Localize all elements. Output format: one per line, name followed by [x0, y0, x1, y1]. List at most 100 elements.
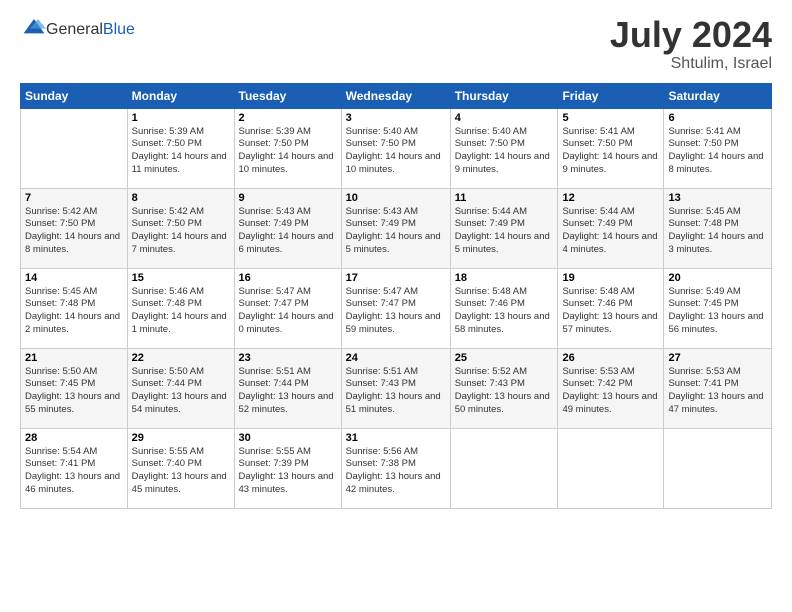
- col-monday: Monday: [127, 83, 234, 108]
- table-row: 30 Sunrise: 5:55 AMSunset: 7:39 PMDayligh…: [234, 428, 341, 508]
- day-number: 24: [346, 352, 446, 364]
- col-saturday: Saturday: [664, 83, 772, 108]
- day-number: 9: [239, 192, 337, 204]
- day-number: 13: [668, 192, 767, 204]
- day-info: Sunrise: 5:48 AMSunset: 7:46 PMDaylight:…: [455, 286, 554, 337]
- day-number: 26: [562, 352, 659, 364]
- table-row: 13 Sunrise: 5:45 AMSunset: 7:48 PMDayligh…: [664, 188, 772, 268]
- table-row: 18 Sunrise: 5:48 AMSunset: 7:46 PMDayligh…: [450, 268, 558, 348]
- day-info: Sunrise: 5:42 AMSunset: 7:50 PMDaylight:…: [25, 206, 123, 257]
- day-info: Sunrise: 5:41 AMSunset: 7:50 PMDaylight:…: [668, 126, 767, 177]
- table-row: 22 Sunrise: 5:50 AMSunset: 7:44 PMDayligh…: [127, 348, 234, 428]
- col-friday: Friday: [558, 83, 664, 108]
- logo-icon: [22, 15, 46, 39]
- day-number: 17: [346, 272, 446, 284]
- day-info: Sunrise: 5:41 AMSunset: 7:50 PMDaylight:…: [562, 126, 659, 177]
- day-number: 28: [25, 432, 123, 444]
- title-block: July 2024 Shtulim, Israel: [610, 15, 772, 73]
- day-number: 18: [455, 272, 554, 284]
- table-row: 6Sunrise: 5:41 AMSunset: 7:50 PMDaylight…: [664, 108, 772, 188]
- day-number: 31: [346, 432, 446, 444]
- table-row: 25 Sunrise: 5:52 AMSunset: 7:43 PMDayligh…: [450, 348, 558, 428]
- day-info: Sunrise: 5:48 AMSunset: 7:46 PMDaylight:…: [562, 286, 659, 337]
- day-info: Sunrise: 5:45 AMSunset: 7:48 PMDaylight:…: [668, 206, 767, 257]
- day-number: 2: [239, 112, 337, 124]
- day-info: Sunrise: 5:43 AMSunset: 7:49 PMDaylight:…: [239, 206, 337, 257]
- table-row: 28 Sunrise: 5:54 AMSunset: 7:41 PMDayligh…: [21, 428, 128, 508]
- day-number: 19: [562, 272, 659, 284]
- calendar-page: GeneralBlue July 2024 Shtulim, Israel Su…: [0, 0, 792, 612]
- day-info: Sunrise: 5:51 AMSunset: 7:44 PMDaylight:…: [239, 366, 337, 417]
- header: GeneralBlue July 2024 Shtulim, Israel: [20, 15, 772, 73]
- table-row: 21 Sunrise: 5:50 AMSunset: 7:45 PMDayligh…: [21, 348, 128, 428]
- day-number: 10: [346, 192, 446, 204]
- day-info: Sunrise: 5:45 AMSunset: 7:48 PMDaylight:…: [25, 286, 123, 337]
- day-info: Sunrise: 5:55 AMSunset: 7:40 PMDaylight:…: [132, 446, 230, 497]
- table-row: 15Sunrise: 5:46 AMSunset: 7:48 PMDayligh…: [127, 268, 234, 348]
- day-info: Sunrise: 5:56 AMSunset: 7:38 PMDaylight:…: [346, 446, 446, 497]
- table-row: 19 Sunrise: 5:48 AMSunset: 7:46 PMDayligh…: [558, 268, 664, 348]
- day-number: 30: [239, 432, 337, 444]
- header-row: Sunday Monday Tuesday Wednesday Thursday…: [21, 83, 772, 108]
- day-number: 16: [239, 272, 337, 284]
- day-info: Sunrise: 5:47 AMSunset: 7:47 PMDaylight:…: [346, 286, 446, 337]
- table-row: 3Sunrise: 5:40 AMSunset: 7:50 PMDaylight…: [341, 108, 450, 188]
- day-info: Sunrise: 5:40 AMSunset: 7:50 PMDaylight:…: [346, 126, 446, 177]
- day-number: 29: [132, 432, 230, 444]
- day-info: Sunrise: 5:53 AMSunset: 7:41 PMDaylight:…: [668, 366, 767, 417]
- day-info: Sunrise: 5:49 AMSunset: 7:45 PMDaylight:…: [668, 286, 767, 337]
- table-row: 5 Sunrise: 5:41 AMSunset: 7:50 PMDaylight…: [558, 108, 664, 188]
- day-number: 15: [132, 272, 230, 284]
- location-subtitle: Shtulim, Israel: [610, 55, 772, 73]
- table-row: 17 Sunrise: 5:47 AMSunset: 7:47 PMDayligh…: [341, 268, 450, 348]
- table-row: 20 Sunrise: 5:49 AMSunset: 7:45 PMDayligh…: [664, 268, 772, 348]
- table-row: 29 Sunrise: 5:55 AMSunset: 7:40 PMDayligh…: [127, 428, 234, 508]
- table-row: 11 Sunrise: 5:44 AMSunset: 7:49 PMDayligh…: [450, 188, 558, 268]
- table-row: 7 Sunrise: 5:42 AMSunset: 7:50 PMDaylight…: [21, 188, 128, 268]
- day-number: 27: [668, 352, 767, 364]
- day-info: Sunrise: 5:54 AMSunset: 7:41 PMDaylight:…: [25, 446, 123, 497]
- day-info: Sunrise: 5:50 AMSunset: 7:44 PMDaylight:…: [132, 366, 230, 417]
- day-number: 1: [132, 112, 230, 124]
- day-info: Sunrise: 5:43 AMSunset: 7:49 PMDaylight:…: [346, 206, 446, 257]
- day-number: 22: [132, 352, 230, 364]
- table-row: 10 Sunrise: 5:43 AMSunset: 7:49 PMDayligh…: [341, 188, 450, 268]
- table-row: [450, 428, 558, 508]
- table-row: 27 Sunrise: 5:53 AMSunset: 7:41 PMDayligh…: [664, 348, 772, 428]
- day-info: Sunrise: 5:52 AMSunset: 7:43 PMDaylight:…: [455, 366, 554, 417]
- table-row: 26 Sunrise: 5:53 AMSunset: 7:42 PMDayligh…: [558, 348, 664, 428]
- table-row: [21, 108, 128, 188]
- day-info: Sunrise: 5:44 AMSunset: 7:49 PMDaylight:…: [455, 206, 554, 257]
- day-number: 25: [455, 352, 554, 364]
- day-number: 4: [455, 112, 554, 124]
- table-row: 1Sunrise: 5:39 AMSunset: 7:50 PMDaylight…: [127, 108, 234, 188]
- day-info: Sunrise: 5:42 AMSunset: 7:50 PMDaylight:…: [132, 206, 230, 257]
- day-number: 14: [25, 272, 123, 284]
- day-info: Sunrise: 5:55 AMSunset: 7:39 PMDaylight:…: [239, 446, 337, 497]
- day-number: 8: [132, 192, 230, 204]
- col-thursday: Thursday: [450, 83, 558, 108]
- table-row: 23 Sunrise: 5:51 AMSunset: 7:44 PMDayligh…: [234, 348, 341, 428]
- day-number: 20: [668, 272, 767, 284]
- table-row: 2Sunrise: 5:39 AMSunset: 7:50 PMDaylight…: [234, 108, 341, 188]
- calendar-week-row: 21 Sunrise: 5:50 AMSunset: 7:45 PMDayligh…: [21, 348, 772, 428]
- day-info: Sunrise: 5:40 AMSunset: 7:50 PMDaylight:…: [455, 126, 554, 177]
- table-row: 4 Sunrise: 5:40 AMSunset: 7:50 PMDaylight…: [450, 108, 558, 188]
- logo-general-text: General: [46, 21, 103, 38]
- day-number: 21: [25, 352, 123, 364]
- day-number: 23: [239, 352, 337, 364]
- day-number: 5: [562, 112, 659, 124]
- calendar-week-row: 28 Sunrise: 5:54 AMSunset: 7:41 PMDayligh…: [21, 428, 772, 508]
- day-info: Sunrise: 5:47 AMSunset: 7:47 PMDaylight:…: [239, 286, 337, 337]
- table-row: [558, 428, 664, 508]
- day-info: Sunrise: 5:50 AMSunset: 7:45 PMDaylight:…: [25, 366, 123, 417]
- logo: GeneralBlue: [20, 15, 135, 44]
- table-row: 16 Sunrise: 5:47 AMSunset: 7:47 PMDayligh…: [234, 268, 341, 348]
- month-year-title: July 2024: [610, 15, 772, 55]
- day-number: 11: [455, 192, 554, 204]
- day-info: Sunrise: 5:53 AMSunset: 7:42 PMDaylight:…: [562, 366, 659, 417]
- calendar-week-row: 1Sunrise: 5:39 AMSunset: 7:50 PMDaylight…: [21, 108, 772, 188]
- day-info: Sunrise: 5:51 AMSunset: 7:43 PMDaylight:…: [346, 366, 446, 417]
- calendar-week-row: 7 Sunrise: 5:42 AMSunset: 7:50 PMDaylight…: [21, 188, 772, 268]
- day-number: 7: [25, 192, 123, 204]
